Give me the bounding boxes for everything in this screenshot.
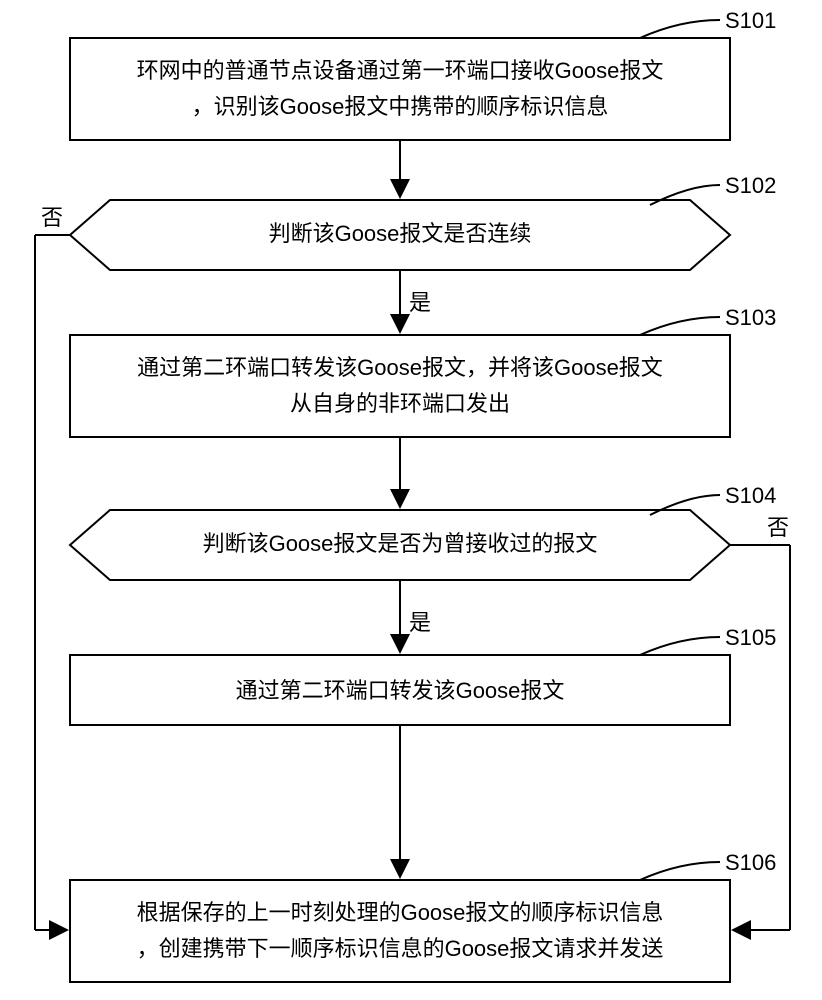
s102-no-label: 否	[41, 205, 63, 230]
s104-yes-label: 是	[409, 610, 431, 635]
s104-text: 判断该Goose报文是否为曾接收过的报文	[203, 531, 598, 556]
s103-id: S103	[725, 305, 776, 330]
s102-yes-label: 是	[409, 290, 431, 315]
s103-line1: 通过第二环端口转发该Goose报文，并将该Goose报文	[137, 355, 663, 380]
step-s102: 判断该Goose报文是否连续	[70, 200, 730, 270]
s106-line2: ，创建携带下一顺序标识信息的Goose报文请求并发送	[137, 936, 664, 961]
s103-line2: 从自身的非环端口发出	[290, 391, 510, 416]
s105-id: S105	[725, 625, 776, 650]
step-s106: 根据保存的上一时刻处理的Goose报文的顺序标识信息 ，创建携带下一顺序标识信息…	[70, 880, 730, 982]
s102-id: S102	[725, 173, 776, 198]
s102-text: 判断该Goose报文是否连续	[269, 221, 532, 246]
step-s104: 判断该Goose报文是否为曾接收过的报文	[70, 510, 730, 580]
step-s103: 通过第二环端口转发该Goose报文，并将该Goose报文 从自身的非环端口发出	[70, 335, 730, 437]
step-s101: 环网中的普通节点设备通过第一环端口接收Goose报文 ，识别该Goose报文中携…	[70, 38, 730, 140]
s106-line1: 根据保存的上一时刻处理的Goose报文的顺序标识信息	[137, 900, 664, 925]
s105-text: 通过第二环端口转发该Goose报文	[236, 678, 565, 703]
s101-id: S101	[725, 8, 776, 33]
s101-line2: ，识别该Goose报文中携带的顺序标识信息	[192, 94, 609, 119]
s106-id: S106	[725, 850, 776, 875]
s104-id: S104	[725, 483, 776, 508]
s101-line1: 环网中的普通节点设备通过第一环端口接收Goose报文	[137, 58, 664, 83]
step-s105: 通过第二环端口转发该Goose报文	[70, 655, 730, 725]
s104-no-label: 否	[767, 515, 789, 540]
